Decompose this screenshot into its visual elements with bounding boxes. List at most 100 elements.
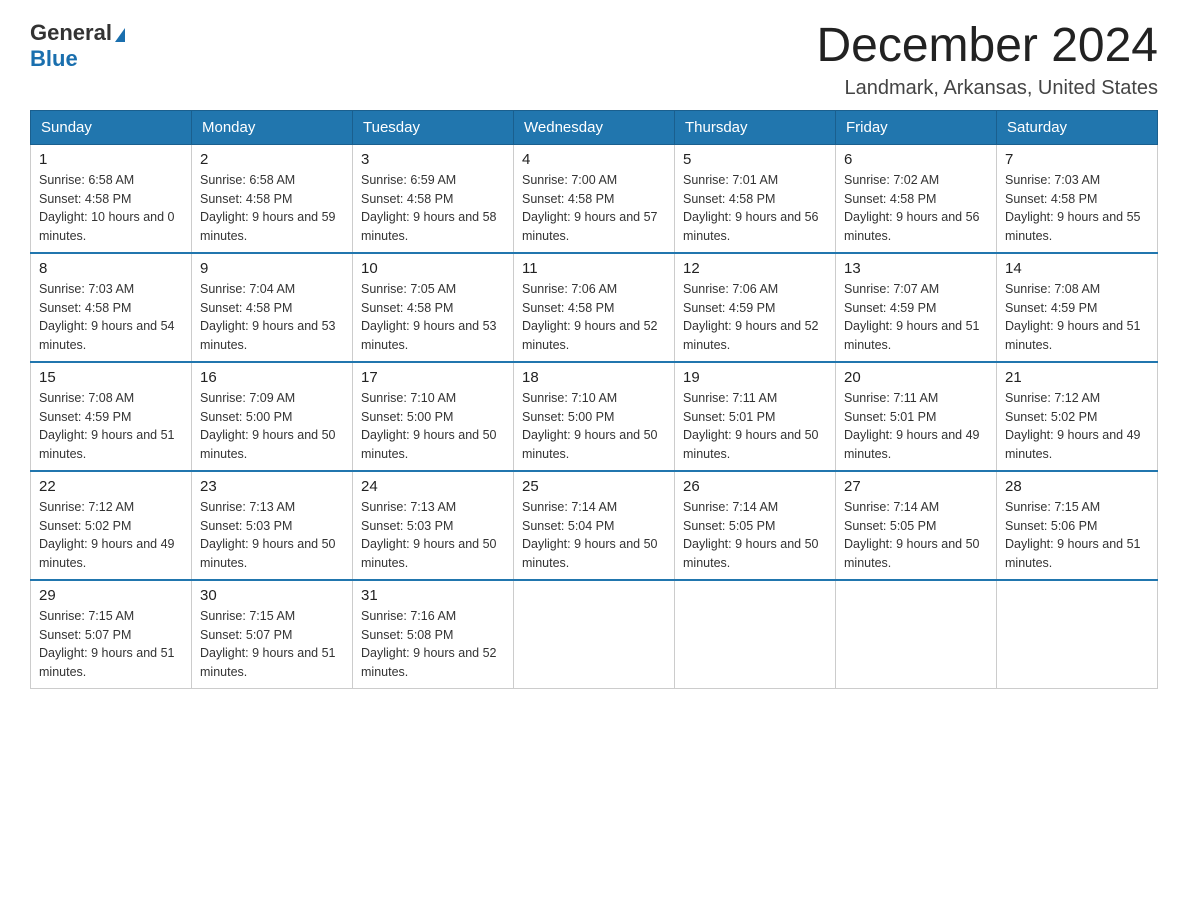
day-number: 16 xyxy=(200,369,344,386)
day-info: Sunrise: 7:09 AMSunset: 5:00 PMDaylight:… xyxy=(200,389,344,464)
day-number: 8 xyxy=(39,260,183,277)
day-number: 24 xyxy=(361,478,505,495)
day-info: Sunrise: 7:13 AMSunset: 5:03 PMDaylight:… xyxy=(361,498,505,573)
day-info: Sunrise: 7:10 AMSunset: 5:00 PMDaylight:… xyxy=(361,389,505,464)
day-cell: 10 Sunrise: 7:05 AMSunset: 4:58 PMDayligh… xyxy=(353,253,514,362)
day-cell: 29 Sunrise: 7:15 AMSunset: 5:07 PMDayligh… xyxy=(31,580,192,689)
day-info: Sunrise: 7:15 AMSunset: 5:06 PMDaylight:… xyxy=(1005,498,1149,573)
day-cell: 27Sunrise: 7:14 AMSunset: 5:05 PMDayligh… xyxy=(836,471,997,580)
day-info: Sunrise: 7:12 AMSunset: 5:02 PMDaylight:… xyxy=(1005,389,1149,464)
day-cell: 21 Sunrise: 7:12 AMSunset: 5:02 PMDayligh… xyxy=(997,362,1158,471)
day-cell: 7 Sunrise: 7:03 AMSunset: 4:58 PMDaylight… xyxy=(997,144,1158,253)
day-cell xyxy=(836,580,997,689)
day-info: Sunrise: 7:15 AMSunset: 5:07 PMDaylight:… xyxy=(39,607,183,682)
week-row-3: 15Sunrise: 7:08 AMSunset: 4:59 PMDayligh… xyxy=(31,362,1158,471)
day-cell: 18 Sunrise: 7:10 AMSunset: 5:00 PMDayligh… xyxy=(514,362,675,471)
day-number: 31 xyxy=(361,587,505,604)
day-cell: 11 Sunrise: 7:06 AMSunset: 4:58 PMDayligh… xyxy=(514,253,675,362)
day-number: 14 xyxy=(1005,260,1149,277)
day-number: 5 xyxy=(683,151,827,168)
day-number: 26 xyxy=(683,478,827,495)
day-number: 19 xyxy=(683,369,827,386)
day-info: Sunrise: 7:06 AMSunset: 4:59 PMDaylight:… xyxy=(683,280,827,355)
day-cell: 15Sunrise: 7:08 AMSunset: 4:59 PMDayligh… xyxy=(31,362,192,471)
day-cell: 26 Sunrise: 7:14 AMSunset: 5:05 PMDayligh… xyxy=(675,471,836,580)
day-info: Sunrise: 7:14 AMSunset: 5:04 PMDaylight:… xyxy=(522,498,666,573)
day-info: Sunrise: 7:13 AMSunset: 5:03 PMDaylight:… xyxy=(200,498,344,573)
day-cell: 12Sunrise: 7:06 AMSunset: 4:59 PMDayligh… xyxy=(675,253,836,362)
day-cell: 30 Sunrise: 7:15 AMSunset: 5:07 PMDayligh… xyxy=(192,580,353,689)
day-number: 20 xyxy=(844,369,988,386)
logo-blue-text: Blue xyxy=(30,46,78,71)
weekday-header-saturday: Saturday xyxy=(997,110,1158,144)
day-info: Sunrise: 7:10 AMSunset: 5:00 PMDaylight:… xyxy=(522,389,666,464)
day-info: Sunrise: 7:06 AMSunset: 4:58 PMDaylight:… xyxy=(522,280,666,355)
day-info: Sunrise: 7:08 AMSunset: 4:59 PMDaylight:… xyxy=(1005,280,1149,355)
logo-general-text: General xyxy=(30,20,112,46)
day-info: Sunrise: 6:59 AMSunset: 4:58 PMDaylight:… xyxy=(361,171,505,246)
weekday-header-sunday: Sunday xyxy=(31,110,192,144)
logo-triangle-icon xyxy=(115,28,125,42)
weekday-header-friday: Friday xyxy=(836,110,997,144)
day-info: Sunrise: 7:14 AMSunset: 5:05 PMDaylight:… xyxy=(683,498,827,573)
day-number: 10 xyxy=(361,260,505,277)
day-number: 9 xyxy=(200,260,344,277)
week-row-5: 29 Sunrise: 7:15 AMSunset: 5:07 PMDayligh… xyxy=(31,580,1158,689)
day-number: 6 xyxy=(844,151,988,168)
day-cell: 13 Sunrise: 7:07 AMSunset: 4:59 PMDayligh… xyxy=(836,253,997,362)
day-cell: 16 Sunrise: 7:09 AMSunset: 5:00 PMDayligh… xyxy=(192,362,353,471)
day-cell: 8Sunrise: 7:03 AMSunset: 4:58 PMDaylight… xyxy=(31,253,192,362)
day-cell: 6 Sunrise: 7:02 AMSunset: 4:58 PMDaylight… xyxy=(836,144,997,253)
day-number: 17 xyxy=(361,369,505,386)
day-info: Sunrise: 7:01 AMSunset: 4:58 PMDaylight:… xyxy=(683,171,827,246)
day-cell xyxy=(997,580,1158,689)
day-info: Sunrise: 7:07 AMSunset: 4:59 PMDaylight:… xyxy=(844,280,988,355)
title-block: December 2024 Landmark, Arkansas, United… xyxy=(816,20,1158,100)
day-cell: 9Sunrise: 7:04 AMSunset: 4:58 PMDaylight… xyxy=(192,253,353,362)
day-cell: 20 Sunrise: 7:11 AMSunset: 5:01 PMDayligh… xyxy=(836,362,997,471)
day-info: Sunrise: 7:05 AMSunset: 4:58 PMDaylight:… xyxy=(361,280,505,355)
day-info: Sunrise: 7:02 AMSunset: 4:58 PMDaylight:… xyxy=(844,171,988,246)
day-cell: 3Sunrise: 6:59 AMSunset: 4:58 PMDaylight… xyxy=(353,144,514,253)
day-cell xyxy=(514,580,675,689)
day-cell: 24 Sunrise: 7:13 AMSunset: 5:03 PMDayligh… xyxy=(353,471,514,580)
day-cell: 17 Sunrise: 7:10 AMSunset: 5:00 PMDayligh… xyxy=(353,362,514,471)
day-cell: 19 Sunrise: 7:11 AMSunset: 5:01 PMDayligh… xyxy=(675,362,836,471)
day-info: Sunrise: 7:12 AMSunset: 5:02 PMDaylight:… xyxy=(39,498,183,573)
day-info: Sunrise: 7:00 AMSunset: 4:58 PMDaylight:… xyxy=(522,171,666,246)
day-info: Sunrise: 7:11 AMSunset: 5:01 PMDaylight:… xyxy=(844,389,988,464)
day-number: 28 xyxy=(1005,478,1149,495)
day-number: 13 xyxy=(844,260,988,277)
day-info: Sunrise: 7:16 AMSunset: 5:08 PMDaylight:… xyxy=(361,607,505,682)
day-cell: 28 Sunrise: 7:15 AMSunset: 5:06 PMDayligh… xyxy=(997,471,1158,580)
week-row-4: 22 Sunrise: 7:12 AMSunset: 5:02 PMDayligh… xyxy=(31,471,1158,580)
calendar-table: SundayMondayTuesdayWednesdayThursdayFrid… xyxy=(30,110,1158,689)
day-cell xyxy=(675,580,836,689)
page-header: General Blue December 2024 Landmark, Ark… xyxy=(30,20,1158,100)
week-row-2: 8Sunrise: 7:03 AMSunset: 4:58 PMDaylight… xyxy=(31,253,1158,362)
day-number: 2 xyxy=(200,151,344,168)
week-row-1: 1 Sunrise: 6:58 AMSunset: 4:58 PMDaylight… xyxy=(31,144,1158,253)
weekday-header-monday: Monday xyxy=(192,110,353,144)
day-cell: 2 Sunrise: 6:58 AMSunset: 4:58 PMDaylight… xyxy=(192,144,353,253)
day-info: Sunrise: 7:15 AMSunset: 5:07 PMDaylight:… xyxy=(200,607,344,682)
day-number: 11 xyxy=(522,260,666,277)
day-cell: 22 Sunrise: 7:12 AMSunset: 5:02 PMDayligh… xyxy=(31,471,192,580)
day-info: Sunrise: 7:03 AMSunset: 4:58 PMDaylight:… xyxy=(1005,171,1149,246)
weekday-header-wednesday: Wednesday xyxy=(514,110,675,144)
calendar-subtitle: Landmark, Arkansas, United States xyxy=(816,77,1158,100)
day-number: 29 xyxy=(39,587,183,604)
calendar-title: December 2024 xyxy=(816,20,1158,73)
day-number: 25 xyxy=(522,478,666,495)
day-info: Sunrise: 6:58 AMSunset: 4:58 PMDaylight:… xyxy=(200,171,344,246)
day-number: 22 xyxy=(39,478,183,495)
day-number: 7 xyxy=(1005,151,1149,168)
day-info: Sunrise: 7:11 AMSunset: 5:01 PMDaylight:… xyxy=(683,389,827,464)
day-info: Sunrise: 7:08 AMSunset: 4:59 PMDaylight:… xyxy=(39,389,183,464)
day-number: 1 xyxy=(39,151,183,168)
day-cell: 5 Sunrise: 7:01 AMSunset: 4:58 PMDaylight… xyxy=(675,144,836,253)
day-number: 21 xyxy=(1005,369,1149,386)
day-number: 30 xyxy=(200,587,344,604)
day-number: 27 xyxy=(844,478,988,495)
day-number: 18 xyxy=(522,369,666,386)
